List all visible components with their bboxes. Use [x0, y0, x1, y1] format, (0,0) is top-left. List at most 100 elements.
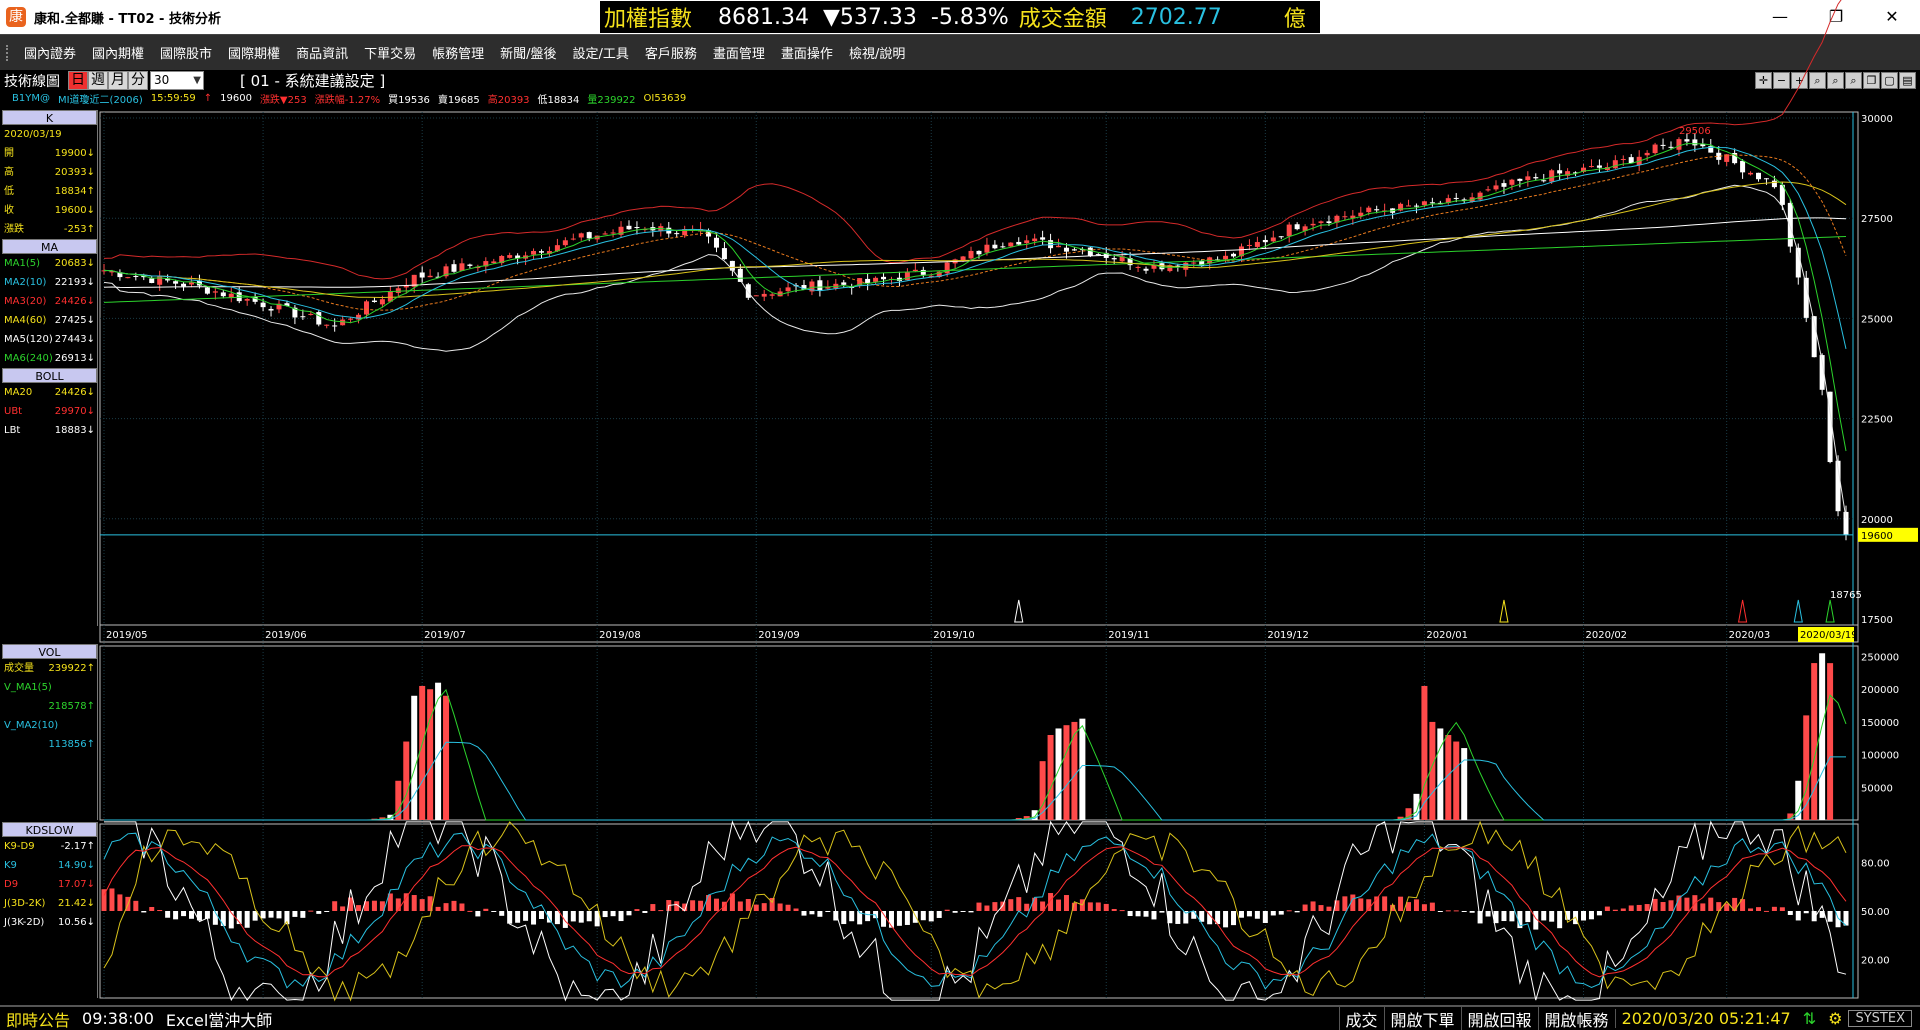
candle-body — [316, 312, 322, 325]
candle-body — [149, 278, 155, 283]
kd-histogram-bar — [149, 906, 155, 911]
kd-histogram-bar — [976, 902, 982, 911]
candle-body — [459, 263, 465, 271]
candle-body — [1692, 139, 1698, 146]
date-axis-tick: 2019/10 — [933, 630, 975, 641]
kd-histogram-bar — [761, 903, 767, 911]
kd-histogram-bar — [737, 901, 743, 911]
date-flag-label: 2020/03/19 — [1800, 630, 1858, 641]
gear-icon[interactable]: ⚙ — [1822, 1009, 1848, 1028]
candle-body — [427, 275, 433, 278]
candle-body — [1087, 247, 1093, 256]
candle-body — [1501, 183, 1507, 187]
candle-body — [268, 308, 274, 311]
kd-histogram-bar — [300, 911, 306, 918]
kd-histogram-bar — [690, 900, 696, 911]
kd-histogram-bar — [904, 911, 910, 925]
kd-histogram-bar — [1485, 911, 1491, 917]
notice-ad[interactable]: Excel當沖大師 — [160, 1007, 278, 1030]
candle-body — [610, 232, 616, 234]
kd-histogram-bar — [1628, 905, 1634, 911]
candle-body — [538, 251, 544, 253]
candle-body — [1413, 205, 1419, 207]
technical-chart[interactable]: 30000 27500 25000 22500 20000 17500 19600 18765… — [0, 0, 1920, 1005]
trade-button[interactable]: 成交 — [1338, 1006, 1384, 1030]
kd-histogram-bar — [475, 911, 481, 917]
kd-histogram-bar — [109, 888, 115, 911]
price-axis-tick: 20000 — [1861, 515, 1893, 526]
kd-histogram-bar — [1310, 901, 1316, 911]
volume-bar — [1811, 663, 1818, 820]
kd-histogram-bar — [419, 899, 425, 911]
candle-body — [1231, 253, 1237, 257]
ma60-line — [103, 181, 1847, 299]
kd-histogram-bar — [268, 911, 274, 918]
candle-body — [586, 232, 592, 239]
candle-body — [1008, 242, 1014, 247]
kd-histogram-bar — [1644, 904, 1650, 911]
kd-histogram-bar — [1024, 903, 1030, 911]
open-account-button[interactable]: 開啟帳務 — [1537, 1006, 1615, 1030]
price-axis-tick: 17500 — [1861, 615, 1893, 626]
candle-body — [491, 261, 497, 264]
candle-body — [507, 255, 513, 258]
candle-body — [1620, 158, 1626, 160]
candle-body — [1095, 254, 1101, 256]
candle-body — [1644, 152, 1650, 156]
candle-body — [173, 281, 179, 284]
volume-bar — [1063, 725, 1070, 820]
kd-histogram-bar — [1175, 911, 1181, 924]
kd-histogram-bar — [1056, 899, 1062, 911]
candle-body — [1262, 239, 1268, 243]
candle-body — [841, 282, 847, 285]
candle-body — [753, 295, 759, 297]
kd-histogram-bar — [1246, 911, 1252, 917]
candle-body — [133, 275, 139, 277]
kd-histogram-bar — [801, 911, 807, 916]
date-axis-tick: 2019/11 — [1108, 630, 1150, 641]
kd-histogram-bar — [1270, 911, 1276, 916]
price-pane-frame — [99, 111, 1859, 626]
candle-body — [1421, 201, 1427, 206]
candle-body — [1056, 245, 1062, 248]
open-order-button[interactable]: 開啟下單 — [1383, 1006, 1461, 1030]
kd-histogram-bar — [1445, 910, 1451, 912]
candle-body — [371, 300, 377, 302]
candle-body — [968, 250, 974, 259]
kd-histogram-bar — [260, 911, 266, 919]
candle-body — [1477, 192, 1483, 200]
kd-histogram-bar — [1501, 911, 1507, 922]
kd-histogram-bar — [1063, 895, 1069, 911]
candle-body — [1612, 160, 1618, 169]
candle-body — [1278, 236, 1284, 238]
kd-histogram-bar — [133, 900, 139, 911]
candle-body — [1071, 249, 1077, 251]
candle-body — [745, 284, 751, 298]
candle-body — [1286, 224, 1292, 237]
kd-histogram-bar — [1453, 910, 1459, 912]
candle-body — [363, 301, 369, 315]
open-report-button[interactable]: 開啟回報 — [1460, 1006, 1538, 1030]
volume-bar — [1795, 780, 1802, 820]
kd-axis-tick: 50.00 — [1861, 907, 1890, 918]
candle-body — [1294, 224, 1300, 230]
kd-histogram-bar — [586, 911, 592, 922]
candle-body — [308, 313, 314, 315]
kd-histogram-bar — [1588, 911, 1594, 920]
candle-body — [1270, 237, 1276, 242]
date-axis-tick: 2019/09 — [758, 630, 800, 641]
kd-histogram-bar — [1557, 911, 1563, 929]
vol-ma5-line — [104, 688, 1847, 821]
kd-histogram-bar — [188, 911, 194, 919]
kd-histogram-bar — [1127, 911, 1133, 917]
kd-histogram-bar — [1111, 908, 1117, 911]
notice-label[interactable]: 即時公告 — [0, 1007, 76, 1030]
candle-body — [1453, 197, 1459, 199]
kd-axis-tick: 80.00 — [1861, 858, 1890, 869]
price-axis-tick: 30000 — [1861, 114, 1893, 125]
kd-histogram-bar — [1016, 897, 1022, 911]
ma10-line — [103, 146, 1847, 350]
signal-triangle-icon — [1499, 599, 1509, 623]
kd-histogram-bar — [849, 911, 855, 922]
kd-histogram-bar — [443, 903, 449, 911]
